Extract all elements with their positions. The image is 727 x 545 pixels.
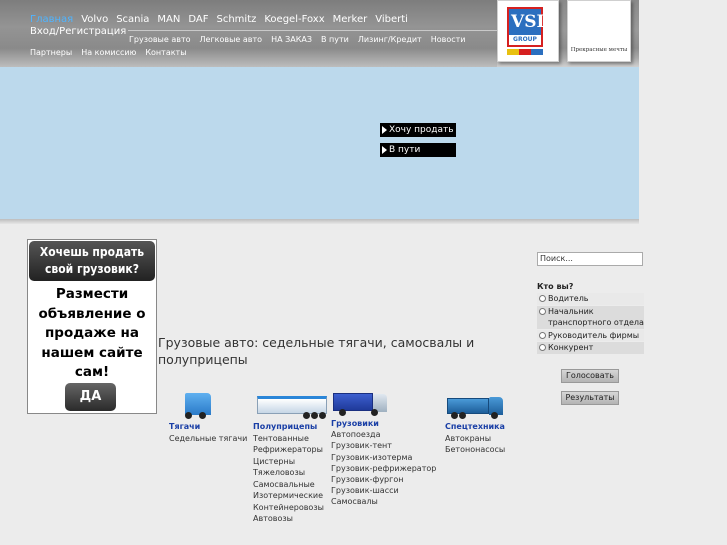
radio-icon[interactable] xyxy=(539,344,546,351)
nav-item-schmitz[interactable]: Schmitz xyxy=(217,14,257,25)
subnav-item-contacts[interactable]: Контакты xyxy=(145,48,186,57)
promo-title: Хочешь продать свой грузовик? xyxy=(29,241,155,281)
poll-option-label: Руководитель фирмы xyxy=(548,330,640,340)
category-item[interactable]: Тяжеловозы xyxy=(253,467,331,479)
poll-option[interactable]: Руководитель фирмы xyxy=(537,329,644,341)
nav-item-man[interactable]: MAN xyxy=(157,14,180,25)
nav-item-koegel[interactable]: Koegel-Foxx xyxy=(264,14,324,25)
category-item[interactable]: Контейнеровозы xyxy=(253,502,331,514)
poll-option-label: Начальник транспортного отдела xyxy=(548,306,644,328)
category-item[interactable]: Бетононасосы xyxy=(445,444,535,456)
promo-body: Размести объявление о продаже на нашем с… xyxy=(38,286,146,380)
page-title: Грузовые авто: седельные тягачи, самосва… xyxy=(158,335,475,367)
promo-yes-button[interactable]: ДА xyxy=(65,383,116,411)
category-item[interactable]: Автовозы xyxy=(253,513,331,525)
category-title[interactable]: Полуприцепы xyxy=(253,421,331,433)
poll-options: Водитель Начальник транспортного отдела … xyxy=(537,293,644,355)
category-item[interactable]: Грузовик-изотерма xyxy=(331,452,449,463)
trailer-truck-icon[interactable] xyxy=(253,389,329,419)
subnav-item-trucks[interactable]: Грузовые авто xyxy=(129,35,191,44)
sub-nav-row-2: Партнеры На комиссию Контакты xyxy=(30,48,196,57)
nav-item-merker[interactable]: Merker xyxy=(333,14,368,25)
poll-option-label: Конкурент xyxy=(548,343,594,352)
banner: Хочу продать В пути xyxy=(0,67,639,219)
category-item[interactable]: Самосвальные xyxy=(253,479,331,491)
category-title[interactable]: Грузовики xyxy=(331,418,449,429)
top-nav: Главная Volvo Scania MAN DAF Schmitz Koegel-Fo… xyxy=(30,13,500,26)
poll-option[interactable]: Конкурент xyxy=(537,342,644,354)
poll-option[interactable]: Начальник транспортного отдела xyxy=(537,305,644,329)
search-input[interactable]: Поиск... xyxy=(537,252,643,266)
poll-option[interactable]: Водитель xyxy=(537,293,644,305)
poll-question: Кто вы? xyxy=(537,282,574,291)
nav-item-viberti[interactable]: Viberti xyxy=(375,14,408,25)
nav-item-main[interactable]: Главная xyxy=(30,14,73,25)
subnav-item-transit[interactable]: В пути xyxy=(321,35,349,44)
category-trailers: Полуприцепы Тентованные Рефрижераторы Ци… xyxy=(253,389,331,525)
slogan-box: Прекрасные мечты xyxy=(567,0,631,62)
radio-icon[interactable] xyxy=(539,331,546,339)
category-title[interactable]: Тягачи xyxy=(169,421,255,433)
logo-group-label: GROUP xyxy=(509,35,541,45)
category-item[interactable]: Грузовик-рефрижератор xyxy=(331,463,449,474)
logo-mark: VSI GROUP xyxy=(507,7,545,47)
login-link[interactable]: Вход/Регистрация xyxy=(30,26,126,37)
results-button[interactable]: Результаты xyxy=(561,391,619,405)
sub-nav-row-1: Грузовые авто Легковые авто НА ЗАКАЗ В пути… xyxy=(129,35,475,44)
company-logo[interactable]: VSI GROUP xyxy=(497,0,559,62)
box-truck-icon[interactable] xyxy=(331,389,389,416)
category-item[interactable]: Седельные тягачи xyxy=(169,433,255,445)
category-special-equipment: Спецтехника Автокраны Бетононасосы xyxy=(445,389,535,456)
nav-item-scania[interactable]: Scania xyxy=(116,14,149,25)
subnav-item-partners[interactable]: Партнеры xyxy=(30,48,72,57)
subnav-item-leasing[interactable]: Лизинг/Кредит xyxy=(358,35,422,44)
poll-option-label: Водитель xyxy=(548,294,589,303)
category-item[interactable]: Грузовик-фургон xyxy=(331,474,449,485)
banner-shadow xyxy=(0,219,639,224)
vote-button[interactable]: Голосовать xyxy=(561,369,619,383)
category-item[interactable]: Грузовик-шасси xyxy=(331,485,449,496)
category-item[interactable]: Рефрижераторы xyxy=(253,444,331,456)
tractor-truck-icon[interactable] xyxy=(169,389,213,419)
sub-nav-divider xyxy=(128,30,498,31)
category-item[interactable]: Изотермические xyxy=(253,490,331,502)
category-title[interactable]: Спецтехника xyxy=(445,421,535,433)
radio-icon[interactable] xyxy=(539,307,546,315)
category-item[interactable]: Автокраны xyxy=(445,433,535,445)
sell-link[interactable]: Хочу продать xyxy=(380,123,456,137)
category-item[interactable]: Автопоезда xyxy=(331,429,449,440)
subnav-item-news[interactable]: Новости xyxy=(431,35,466,44)
transit-link[interactable]: В пути xyxy=(380,143,456,157)
category-item[interactable]: Самосвалы xyxy=(331,496,449,507)
slogan-text: Прекрасные мечты xyxy=(570,47,628,53)
subnav-item-commission[interactable]: На комиссию xyxy=(81,48,136,57)
category-tractors: Тягачи Седельные тягачи xyxy=(169,389,255,444)
nav-item-volvo[interactable]: Volvo xyxy=(81,14,108,25)
category-item[interactable]: Цистерны xyxy=(253,456,331,468)
logo-letters: VSI xyxy=(511,12,545,32)
dump-truck-icon[interactable] xyxy=(445,389,505,419)
sell-truck-promo[interactable]: Хочешь продать свой грузовик? Размести о… xyxy=(27,239,157,414)
logo-stripes xyxy=(507,49,543,55)
nav-item-daf[interactable]: DAF xyxy=(188,14,208,25)
page: Главная Volvo Scania MAN DAF Schmitz Koegel-Fo… xyxy=(0,0,727,545)
subnav-item-order[interactable]: НА ЗАКАЗ xyxy=(271,35,312,44)
category-trucks: Грузовики Автопоезда Грузовик-тент Грузо… xyxy=(331,389,449,508)
radio-icon[interactable] xyxy=(539,295,546,302)
subnav-item-cars[interactable]: Легковые авто xyxy=(200,35,263,44)
category-item[interactable]: Тентованные xyxy=(253,433,331,445)
category-item[interactable]: Грузовик-тент xyxy=(331,440,449,451)
